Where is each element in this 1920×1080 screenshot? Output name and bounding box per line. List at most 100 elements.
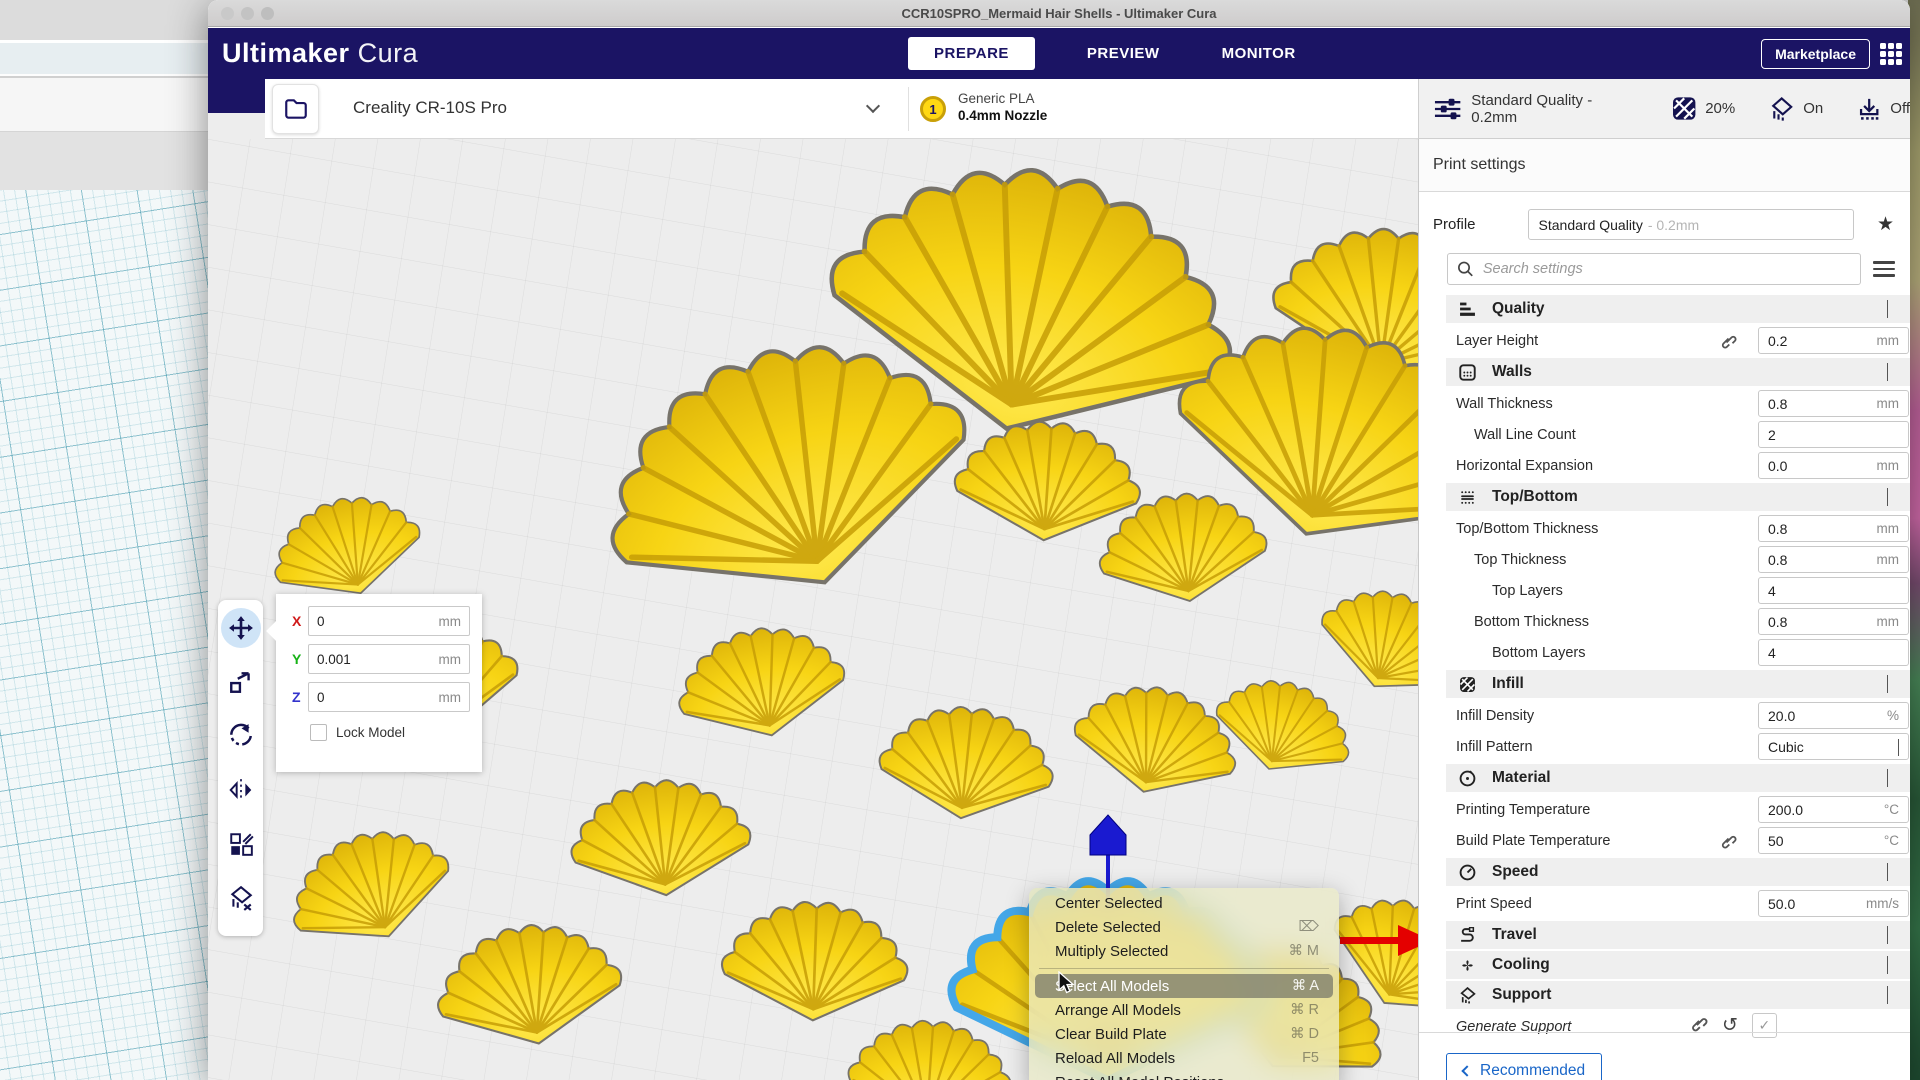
extruder-badge[interactable]: 1 <box>920 96 946 122</box>
setting-row-infill-pattern: Infill Pattern Cubic <box>1419 731 1910 762</box>
section-cooling[interactable]: Cooling <box>1446 951 1910 979</box>
stage-tabs: PREPARE PREVIEW MONITOR <box>908 37 1306 70</box>
menu-item-reload-all-models[interactable]: Reload All Models F5 <box>1035 1046 1333 1070</box>
x-position-input[interactable]: 0 mm <box>308 606 470 636</box>
menu-item-reset-all-model-positions[interactable]: Reset All Model Positions <box>1035 1070 1333 1080</box>
per-model-settings-button[interactable] <box>221 824 261 864</box>
menu-item-delete-selected[interactable]: Delete Selected ⌦ <box>1035 915 1333 939</box>
setting-row-top-layers: Top Layers 4 <box>1419 575 1910 606</box>
rotate-icon <box>228 723 254 749</box>
walls-icon <box>1456 364 1478 381</box>
link-icon[interactable] <box>1719 832 1737 855</box>
print-settings-header[interactable]: Print settings <box>1419 139 1910 192</box>
infill-density-input[interactable]: 20.0 % <box>1758 702 1909 729</box>
support-blocker-button[interactable] <box>221 878 261 918</box>
wall-thickness-input[interactable]: 0.8 mm <box>1758 390 1909 417</box>
material-selector[interactable]: Generic PLA 0.4mm Nozzle <box>958 91 1047 123</box>
scale-icon <box>228 669 254 695</box>
chevron-left-icon <box>1461 1065 1472 1076</box>
z-axis-label: Z <box>292 689 308 705</box>
lock-model-label: Lock Model <box>336 725 405 740</box>
horizontal-expansion-input[interactable]: 0.0 mm <box>1758 452 1909 479</box>
open-file-button[interactable] <box>272 84 319 134</box>
section-support[interactable]: Support <box>1446 981 1910 1009</box>
printing-temperature-input[interactable]: 200.0 °C <box>1758 796 1909 823</box>
print-speed-input[interactable]: 50.0 mm/s <box>1758 890 1909 917</box>
z-axis-row: Z 0 mm <box>292 682 470 712</box>
layer-height-input[interactable]: 0.2 mm <box>1758 327 1909 354</box>
app-switcher-grid-icon[interactable] <box>1880 43 1904 65</box>
sliders-icon <box>1433 96 1462 122</box>
search-input[interactable] <box>1483 261 1851 277</box>
settings-visibility-menu-icon[interactable] <box>1873 261 1895 277</box>
section-walls[interactable]: Walls <box>1446 358 1910 386</box>
per-model-settings-icon <box>228 831 254 857</box>
tab-preview[interactable]: PREVIEW <box>1077 37 1170 70</box>
chevron-down-icon <box>1887 769 1888 787</box>
menu-item-select-all-models[interactable]: Select All Models ⌘ A <box>1035 974 1333 998</box>
printer-selector[interactable]: Creality CR-10S Pro <box>353 98 507 118</box>
chevron-down-icon <box>1887 675 1888 693</box>
background-window-toolbar <box>0 40 230 76</box>
app-header: Ultimaker Cura PREPARE PREVIEW MONITOR M… <box>208 28 1910 79</box>
tab-monitor[interactable]: MONITOR <box>1212 37 1306 70</box>
top-bottom-icon <box>1456 489 1478 506</box>
top-bottom-thickness-input[interactable]: 0.8 mm <box>1758 515 1909 542</box>
z-position-input[interactable]: 0 mm <box>308 682 470 712</box>
profile-dropdown[interactable]: Standard Quality - 0.2mm <box>1528 209 1854 240</box>
section-infill[interactable]: Infill <box>1446 670 1910 698</box>
chevron-left-icon <box>1887 956 1888 974</box>
y-axis-row: Y 0.001 mm <box>292 644 470 674</box>
section-quality[interactable]: Quality <box>1446 295 1910 323</box>
bottom-layers-input[interactable]: 4 <box>1758 639 1909 666</box>
build-plate-temperature-input[interactable]: 50 °C <box>1758 827 1909 854</box>
move-icon <box>228 615 254 641</box>
panel-footer: Recommended <box>1419 1032 1910 1080</box>
rotate-tool-button[interactable] <box>221 716 261 756</box>
top-layers-input[interactable]: 4 <box>1758 577 1909 604</box>
print-settings-summary[interactable]: Standard Quality - 0.2mm 20% On <box>1418 79 1910 139</box>
infill-icon <box>1672 96 1696 121</box>
section-speed[interactable]: Speed <box>1446 858 1910 886</box>
link-icon[interactable] <box>1719 332 1737 355</box>
chevron-down-icon <box>1898 739 1899 756</box>
menu-item-center-selected[interactable]: Center Selected <box>1035 891 1333 915</box>
menu-item-clear-build-plate[interactable]: Clear Build Plate ⌘ D <box>1035 1022 1333 1046</box>
background-graph-paper <box>0 190 230 1080</box>
cura-window: CCR10SPRO_Mermaid Hair Shells - Ultimake… <box>208 0 1910 1080</box>
setting-row-build-plate-temperature: Build Plate Temperature 50 °C <box>1419 825 1910 856</box>
x-axis-row: X 0 mm <box>292 606 470 636</box>
scale-tool-button[interactable] <box>221 662 261 702</box>
profile-star-icon[interactable]: ★ <box>1877 213 1894 236</box>
setting-row-layer-height: Layer Height 0.2 mm <box>1419 325 1910 356</box>
setting-row-printing-temperature: Printing Temperature 200.0 °C <box>1419 794 1910 825</box>
build-plate-viewport[interactable]: X 0 mm Y 0.001 mm Z 0 <box>208 139 1418 1080</box>
move-tool-button[interactable] <box>221 608 261 648</box>
setting-row-bottom-layers: Bottom Layers 4 <box>1419 637 1910 668</box>
tab-prepare[interactable]: PREPARE <box>908 37 1035 70</box>
wall-line-count-input[interactable]: 2 <box>1758 421 1909 448</box>
window-title: CCR10SPRO_Mermaid Hair Shells - Ultimake… <box>208 6 1910 21</box>
recommended-mode-button[interactable]: Recommended <box>1446 1053 1602 1080</box>
y-position-input[interactable]: 0.001 mm <box>308 644 470 674</box>
menu-item-arrange-all-models[interactable]: Arrange All Models ⌘ R <box>1035 998 1333 1022</box>
infill-pattern-dropdown[interactable]: Cubic <box>1758 733 1909 760</box>
section-travel[interactable]: Travel <box>1446 921 1910 949</box>
infill-section-icon <box>1456 676 1478 693</box>
marketplace-button[interactable]: Marketplace <box>1761 39 1870 69</box>
search-box[interactable] <box>1447 253 1861 285</box>
mirror-tool-button[interactable] <box>221 770 261 810</box>
setting-row-infill-density: Infill Density 20.0 % <box>1419 700 1910 731</box>
menu-item-multiply-selected[interactable]: Multiply Selected ⌘ M <box>1035 939 1333 963</box>
bottom-thickness-input[interactable]: 0.8 mm <box>1758 608 1909 635</box>
chevron-down-icon <box>1887 300 1888 318</box>
top-thickness-input[interactable]: 0.8 mm <box>1758 546 1909 573</box>
background-window-band <box>0 132 230 190</box>
setting-row-top-bottom-thickness: Top/Bottom Thickness 0.8 mm <box>1419 513 1910 544</box>
lock-model-checkbox[interactable] <box>310 724 327 741</box>
folder-icon <box>283 96 309 122</box>
section-top-bottom[interactable]: Top/Bottom <box>1446 483 1910 511</box>
setting-row-bottom-thickness: Bottom Thickness 0.8 mm <box>1419 606 1910 637</box>
setting-row-wall-line-count: Wall Line Count 2 <box>1419 419 1910 450</box>
section-material[interactable]: Material <box>1446 764 1910 792</box>
